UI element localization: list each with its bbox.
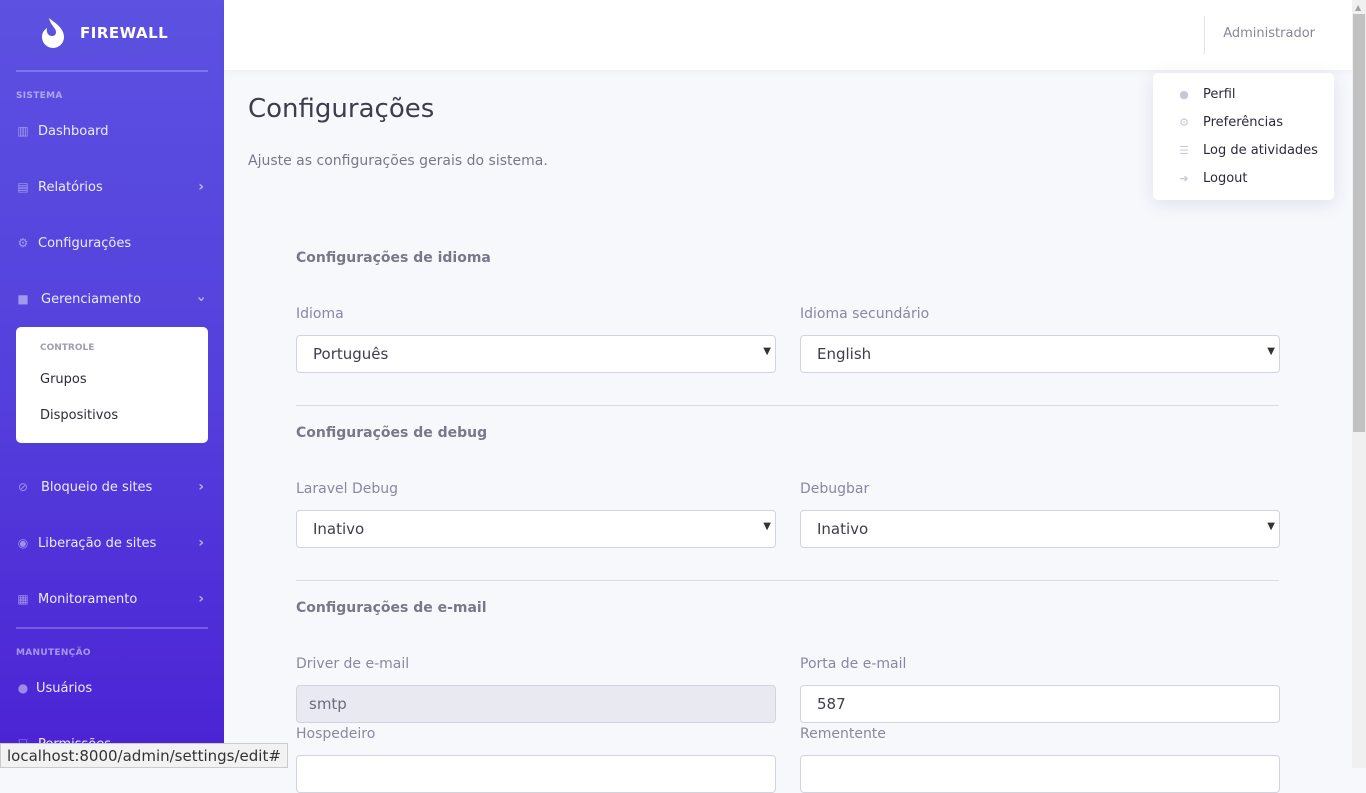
grid-icon: ▦ bbox=[17, 592, 29, 606]
divider bbox=[1204, 16, 1205, 54]
brand-logo[interactable]: FIREWALL bbox=[40, 17, 168, 49]
sidebar-item-dashboard[interactable]: ▥ Dashboard bbox=[16, 119, 208, 143]
idioma-secundario-select[interactable]: English ▼ bbox=[800, 335, 1280, 373]
page-title: Configurações bbox=[248, 94, 435, 124]
sidebar-item-bloqueio[interactable]: ⊘ Bloqueio de sites › bbox=[16, 475, 208, 499]
user-icon: ● bbox=[1179, 87, 1189, 101]
caret-down-icon: ▼ bbox=[763, 346, 771, 357]
browser-status-bar: localhost:8000/admin/settings/edit# bbox=[0, 743, 288, 768]
chevron-right-icon: › bbox=[198, 591, 204, 607]
debugbar-select[interactable]: Inativo ▼ bbox=[800, 510, 1280, 548]
menu-item-log[interactable]: ☰ Log de atividades bbox=[1177, 140, 1318, 160]
user-dropdown-menu: ● Perfil ⚙ Preferências ☰ Log de atividades… bbox=[1153, 73, 1334, 200]
divider bbox=[16, 627, 208, 629]
caret-down-icon: ▼ bbox=[1267, 521, 1275, 532]
user-menu-toggle[interactable]: Administrador bbox=[1223, 26, 1315, 41]
submenu-item-grupos[interactable]: Grupos bbox=[40, 372, 87, 387]
sidebar-item-relatorios[interactable]: ▤ Relatórios › bbox=[16, 175, 208, 199]
chart-bar-icon: ▥ bbox=[17, 124, 29, 138]
driver-input[interactable]: smtp bbox=[296, 685, 776, 723]
sidebar: FIREWALL SISTEMA ▥ Dashboard ▤ Relatórios ›… bbox=[0, 0, 224, 768]
group-title-debug: Configurações de debug bbox=[296, 425, 488, 441]
group-title-idioma: Configurações de idioma bbox=[296, 250, 491, 266]
label-idioma-secundario: Idioma secundário bbox=[800, 306, 930, 322]
label-debugbar: Debugbar bbox=[800, 481, 870, 497]
caret-down-icon: ▼ bbox=[1267, 346, 1275, 357]
gear-icon: ⚙ bbox=[17, 236, 29, 250]
sidebar-item-usuarios[interactable]: ● Usuários bbox=[16, 676, 208, 700]
menu-item-perfil[interactable]: ● Perfil bbox=[1177, 84, 1235, 104]
file-icon: ▤ bbox=[17, 180, 29, 194]
chevron-down-icon: › bbox=[193, 296, 210, 302]
brand-name: FIREWALL bbox=[80, 24, 169, 42]
hospedeiro-input[interactable] bbox=[296, 755, 776, 793]
label-remetente: Rementente bbox=[800, 726, 886, 742]
label-porta: Porta de e-mail bbox=[800, 656, 907, 672]
section-manutencao: MANUTENÇÃO bbox=[16, 648, 91, 658]
sidebar-item-liberacao[interactable]: ◉ Liberação de sites › bbox=[16, 531, 208, 555]
porta-input[interactable]: 587 bbox=[800, 685, 1280, 723]
menu-item-preferencias[interactable]: ⚙ Preferências bbox=[1177, 112, 1283, 132]
menu-item-logout[interactable]: ➜ Logout bbox=[1177, 168, 1247, 188]
list-icon: ☰ bbox=[1179, 143, 1189, 157]
chevron-right-icon: › bbox=[198, 535, 204, 551]
scrollbar-thumb[interactable] bbox=[1353, 14, 1365, 432]
idioma-select[interactable]: Português ▼ bbox=[296, 335, 776, 373]
divider bbox=[296, 405, 1279, 406]
scrollbar[interactable]: ▲ bbox=[1352, 0, 1366, 768]
topbar: Administrador bbox=[224, 0, 1352, 70]
page-subtitle: Ajuste as configurações gerais do sistem… bbox=[248, 153, 548, 169]
sign-out-icon: ➜ bbox=[1179, 171, 1189, 185]
label-driver: Driver de e-mail bbox=[296, 656, 410, 672]
group-title-email: Configurações de e-mail bbox=[296, 600, 487, 616]
section-sistema: SISTEMA bbox=[16, 91, 63, 101]
user-icon: ● bbox=[17, 681, 29, 695]
remetente-input[interactable] bbox=[800, 755, 1280, 793]
label-idioma: Idioma bbox=[296, 306, 344, 322]
divider bbox=[296, 580, 1279, 581]
scroll-up-icon[interactable]: ▲ bbox=[1355, 3, 1361, 12]
chevron-right-icon: › bbox=[198, 179, 204, 195]
label-hospedeiro: Hospedeiro bbox=[296, 726, 376, 742]
gerenciamento-submenu: CONTROLE Grupos Dispositivos bbox=[16, 327, 208, 443]
folder-icon: ■ bbox=[17, 292, 29, 306]
submenu-item-dispositivos[interactable]: Dispositivos bbox=[40, 408, 118, 423]
eye-icon: ◉ bbox=[17, 536, 29, 550]
flame-logo-icon bbox=[42, 18, 64, 48]
label-laravel-debug: Laravel Debug bbox=[296, 481, 398, 497]
caret-down-icon: ▼ bbox=[763, 521, 771, 532]
sidebar-item-monitoramento[interactable]: ▦ Monitoramento › bbox=[16, 587, 208, 611]
submenu-header: CONTROLE bbox=[40, 343, 95, 353]
eye-slash-icon: ⊘ bbox=[17, 480, 29, 494]
sidebar-item-gerenciamento[interactable]: ■ Gerenciamento › bbox=[16, 287, 210, 311]
laravel-debug-select[interactable]: Inativo ▼ bbox=[296, 510, 776, 548]
sidebar-item-configuracoes[interactable]: ⚙ Configurações bbox=[16, 231, 208, 255]
chevron-right-icon: › bbox=[198, 479, 204, 495]
divider bbox=[16, 70, 208, 72]
gears-icon: ⚙ bbox=[1179, 115, 1189, 129]
